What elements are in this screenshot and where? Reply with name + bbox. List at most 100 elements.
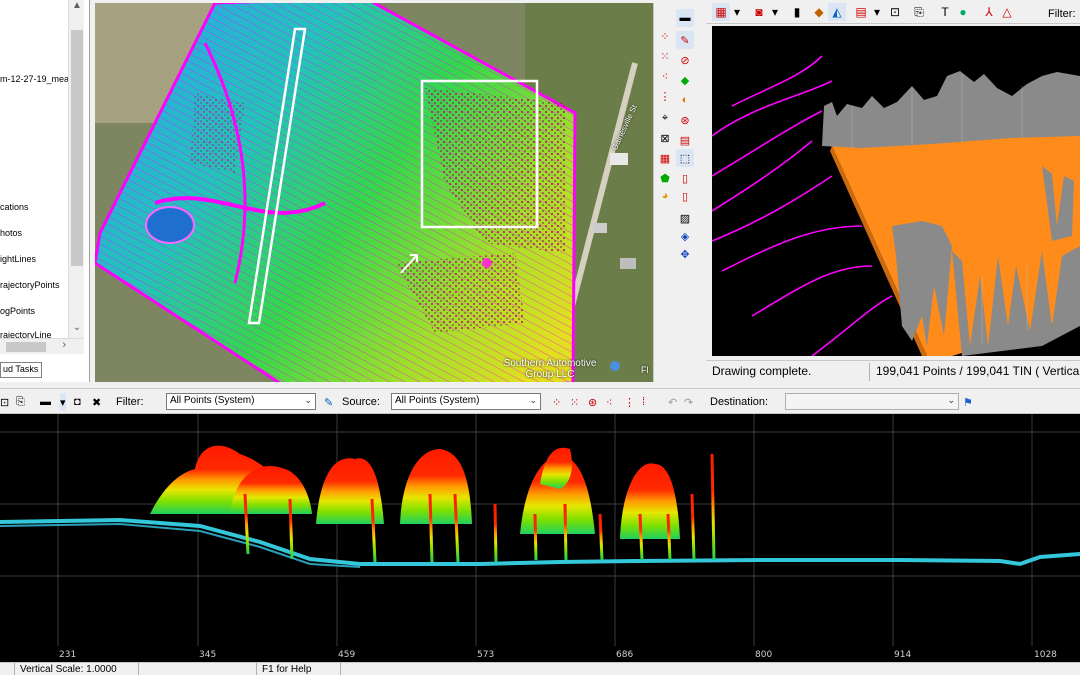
filter-select[interactable]: All Points (System) ⌄ <box>166 393 316 410</box>
view3d-scene[interactable] <box>712 26 1080 356</box>
point-count: 199,041 Points / 199,041 TIN ( Vertical … <box>876 364 1080 378</box>
copy-icon[interactable]: ⎘ <box>16 393 25 411</box>
destination-select[interactable]: ⌄ <box>785 393 959 410</box>
eraser-icon[interactable]: ✖ <box>92 393 101 411</box>
tree-horizontal-scrollbar[interactable]: › <box>0 338 84 354</box>
export-icon[interactable]: ⎘ <box>910 3 928 21</box>
globe-icon[interactable]: ● <box>954 3 972 21</box>
view3d-toolbar: ▦ ▾ ◙ ▾ ▮ ◆ ◭ ▤ ▾ ⊡ ⎘ T ● ⅄ △ Filter: <box>706 0 1080 24</box>
select-points-icon[interactable]: ⁘ <box>552 393 561 411</box>
scroll-up-icon[interactable]: ▲ <box>69 0 85 14</box>
main-status-bar: Vertical Scale: 1.0000 F1 for Help <box>0 662 1080 675</box>
map-canvas[interactable] <box>95 3 653 382</box>
cube-icon[interactable]: ◈ <box>676 227 694 245</box>
vertical-toolbar: ▬ ⁘ ✎ ⁙ ⊘ ⁖ ◆ ⋮ ◐ ⌖ ⊛ ⊠ ▤ ▦ ⬚ ⬟ ▯ ◕ ▯ ▨ … <box>653 3 697 382</box>
scroll-down-icon[interactable]: ⌄ <box>69 322 85 336</box>
display-icon[interactable]: ▬ <box>676 9 694 27</box>
text-icon[interactable]: T <box>936 3 954 21</box>
status-separator <box>869 363 870 381</box>
frame-icon[interactable]: ⊡ <box>886 3 904 21</box>
status-separator <box>14 663 15 675</box>
profile-tick-label: 914 <box>894 650 912 660</box>
undo-icon[interactable]: ↶ <box>668 393 677 411</box>
move-icon[interactable]: ✥ <box>676 245 694 263</box>
table-icon[interactable]: ▤ <box>676 131 694 149</box>
axes-icon[interactable]: ⅄ <box>980 3 998 21</box>
paint-icon[interactable]: ⊛ <box>676 111 694 129</box>
view3d-canvas[interactable] <box>712 26 1080 356</box>
filter-select-value: All Points (System) <box>170 395 255 406</box>
tree-item-trajectory-points[interactable]: rajectoryPoints <box>0 280 60 290</box>
zoom-extent-icon[interactable]: ⊠ <box>656 129 674 147</box>
chevron-down-icon: ⌄ <box>304 395 312 405</box>
panel-icon[interactable]: ▯ <box>676 169 694 187</box>
fence-icon[interactable]: ⁞ <box>642 393 645 411</box>
profile-tick-label: 800 <box>755 650 773 660</box>
tree-item-log-points[interactable]: ogPoints <box>0 306 35 316</box>
tree-item-locations[interactable]: cations <box>0 202 29 212</box>
link-icon[interactable]: ⊘ <box>676 51 694 69</box>
map-business-label: Southern Automotive Group LLC <box>503 358 597 380</box>
grid-icon[interactable]: ▦ <box>656 149 674 167</box>
source-select-value: All Points (System) <box>395 395 480 406</box>
tree-item-trajectory-line[interactable]: rajectoryLine <box>0 330 52 338</box>
triangle-icon[interactable]: △ <box>998 3 1016 21</box>
profile-toolbar: ⊡ ⎘ ▬ ▾ ◘ ✖ Filter: All Points (System) … <box>0 388 1080 414</box>
drawing-status: Drawing complete. <box>712 364 812 378</box>
color-layer-icon[interactable]: ◆ <box>676 71 694 89</box>
destination-label: Destination: <box>710 396 769 408</box>
tree-item-photos[interactable]: hotos <box>0 228 22 238</box>
plan-map-view[interactable]: Southern Automotive Group LLC Gainesvill… <box>95 3 653 382</box>
chevron-down-icon[interactable]: ▾ <box>60 393 66 411</box>
tab-cloud-tasks[interactable]: ud Tasks <box>0 362 42 378</box>
profile-view[interactable]: 231 345 459 573 686 800 914 1028 <box>0 414 1080 662</box>
tree-item-flightlines[interactable]: ightLines <box>0 254 36 264</box>
edit-feature-icon[interactable]: ✎ <box>676 31 694 49</box>
view3d-status-bar: Drawing complete. 199,041 Points / 199,0… <box>706 360 1080 382</box>
scroll-thumb[interactable] <box>6 342 46 352</box>
profile-tick-label: 231 <box>59 650 77 660</box>
profile-tick-label: 573 <box>477 650 495 660</box>
tree-vertical-scrollbar[interactable]: ▲ ⌄ <box>68 0 84 338</box>
profile-canvas[interactable] <box>0 414 1080 662</box>
profile-window-icon[interactable]: ⊡ <box>0 393 9 411</box>
map-edge-label: Fl <box>641 365 649 375</box>
redo-icon[interactable]: ↷ <box>684 393 693 411</box>
source-select[interactable]: All Points (System) ⌄ <box>391 393 541 410</box>
select-box-icon[interactable]: ⁙ <box>570 393 579 411</box>
polygon-select-icon[interactable]: ⋮ <box>624 393 635 411</box>
measure-icon[interactable]: ⬚ <box>676 149 694 167</box>
flag-icon[interactable]: ⚑ <box>963 393 973 411</box>
scroll-thumb[interactable] <box>71 30 83 266</box>
shape-icon[interactable]: ⬟ <box>656 169 674 187</box>
layers-icon[interactable]: ◕ <box>656 187 674 205</box>
select-points-icon[interactable]: ⁘ <box>656 27 674 45</box>
brush-icon[interactable]: ⊛ <box>588 393 597 411</box>
surface-icon[interactable]: ◭ <box>828 3 846 21</box>
profile-tick-label: 686 <box>616 650 634 660</box>
scroll-right-icon[interactable]: › <box>62 339 66 351</box>
camera-icon[interactable]: ◘ <box>74 393 81 411</box>
chevron-down-icon[interactable]: ▾ <box>766 3 784 21</box>
split-icon[interactable]: ▮ <box>788 3 806 21</box>
chevron-down-icon: ⌄ <box>947 395 955 405</box>
help-hint: F1 for Help <box>262 664 312 675</box>
tree-item-dataset[interactable]: m-12-27-19_meas <box>0 74 68 84</box>
tin-icon[interactable]: ◆ <box>810 3 828 21</box>
display-mode-icon[interactable]: ▬ <box>40 393 51 411</box>
filter-points-icon[interactable]: ⁖ <box>656 67 674 85</box>
source-icon: ✎ <box>324 396 334 409</box>
chevron-down-icon[interactable]: ▾ <box>868 3 886 21</box>
profile-tick-label: 1028 <box>1034 650 1057 660</box>
zoom-target-icon[interactable]: ⌖ <box>656 109 674 127</box>
source-label: Source: <box>342 396 380 408</box>
lasso-icon[interactable]: ⁖ <box>606 393 612 411</box>
profile-filter-label: Filter: <box>116 396 144 408</box>
project-tree-panel: m-12-27-19_meas cations hotos ightLines … <box>0 0 90 382</box>
palette-icon[interactable]: ◐ <box>676 91 694 109</box>
classify-icon[interactable]: ⋮ <box>656 87 674 105</box>
chevron-down-icon[interactable]: ▾ <box>728 3 746 21</box>
select-box-icon[interactable]: ⁙ <box>656 47 674 65</box>
hatch-icon[interactable]: ▨ <box>676 209 694 227</box>
panel-alt-icon[interactable]: ▯ <box>676 187 694 205</box>
